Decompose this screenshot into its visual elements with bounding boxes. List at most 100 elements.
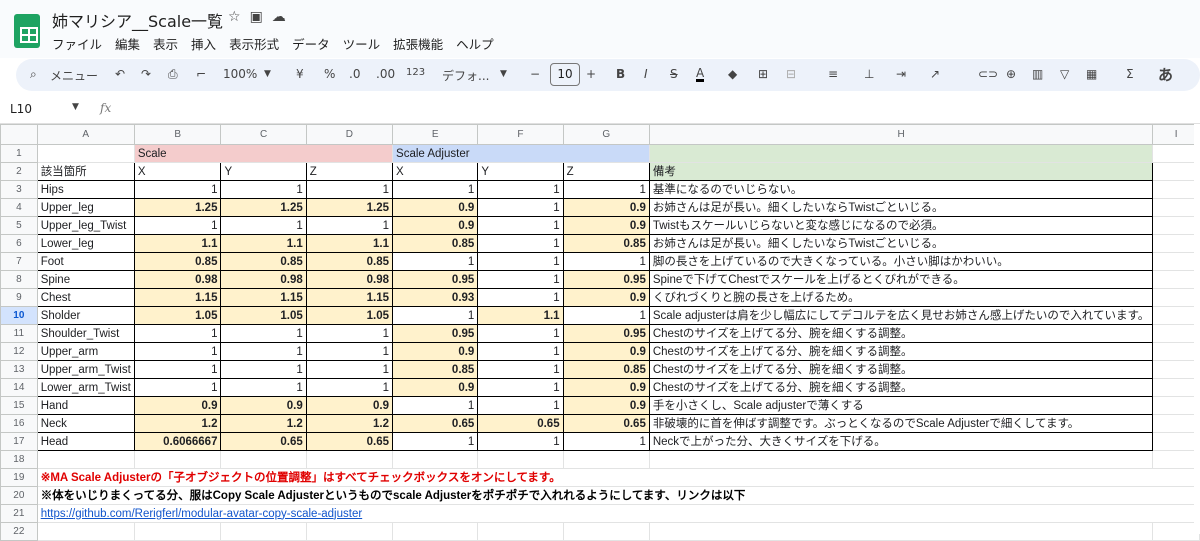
part-cell[interactable]: Spine	[36, 270, 135, 289]
footnote-cell[interactable]: ※MA Scale Adjusterの「子オブジェクトの位置調整」はすべてチェッ…	[36, 468, 1200, 487]
cell[interactable]	[1152, 432, 1200, 451]
menu-edit[interactable]: 編集	[115, 37, 140, 52]
part-cell[interactable]: Upper_leg_Twist	[36, 216, 135, 235]
value-cell[interactable]: 0.9	[392, 378, 479, 397]
value-cell[interactable]: 0.95	[392, 270, 479, 289]
column-header[interactable]: E	[392, 124, 479, 145]
document-title[interactable]: 姉マリシア__Scale一覧	[52, 8, 223, 32]
insert-chart-icon[interactable]: ▥	[1032, 67, 1043, 81]
value-cell[interactable]: 0.9	[220, 396, 307, 415]
scale-x-header[interactable]: X	[133, 162, 222, 181]
cell[interactable]	[1152, 270, 1200, 289]
value-cell[interactable]: 0.98	[305, 270, 394, 289]
value-cell[interactable]: 1	[477, 288, 564, 307]
menu-extensions[interactable]: 拡張機能	[393, 37, 443, 52]
value-cell[interactable]: 1	[477, 234, 564, 253]
menu-view[interactable]: 表示	[153, 37, 178, 52]
column-header[interactable]: C	[220, 124, 307, 145]
value-cell[interactable]: 1	[133, 216, 222, 235]
value-cell[interactable]: 0.98	[220, 270, 307, 289]
value-cell[interactable]: 0.85	[392, 360, 479, 379]
row-header[interactable]: 15	[0, 396, 38, 415]
value-cell[interactable]: 1	[562, 180, 650, 199]
font-chevron-down-icon[interactable]: ▼	[500, 69, 507, 79]
merge-cells-icon[interactable]: ⊟	[786, 67, 796, 81]
cell[interactable]	[133, 522, 222, 541]
part-cell[interactable]: Upper_arm_Twist	[36, 360, 135, 379]
value-cell[interactable]: 1	[477, 324, 564, 343]
note-cell[interactable]: Neckで上がった分、大きくサイズを下げる。	[648, 432, 1154, 451]
note-cell[interactable]: Chestのサイズを上げてる分、腕を細くする調整。	[648, 360, 1154, 379]
star-icon[interactable]: ☆	[228, 9, 250, 25]
value-cell[interactable]: 0.9	[133, 396, 222, 415]
cell[interactable]	[220, 522, 307, 541]
cell[interactable]	[1152, 396, 1200, 415]
row-header[interactable]: 5	[0, 216, 38, 235]
note-cell[interactable]: Scale adjusterは肩を少し幅広にしてデコルテを広く見せお姉さん感上げ…	[648, 306, 1154, 325]
adjuster-x-header[interactable]: X	[392, 162, 479, 181]
note-cell[interactable]: 基準になるのでいじらない。	[648, 180, 1154, 199]
cell[interactable]	[648, 522, 1154, 541]
value-cell[interactable]: 1.15	[305, 288, 394, 307]
note-header[interactable]: 備考	[648, 162, 1154, 181]
value-cell[interactable]: 0.65	[477, 414, 564, 433]
input-tools-button[interactable]: あ	[1158, 64, 1173, 85]
adjuster-y-header[interactable]: Y	[477, 162, 564, 181]
cell[interactable]	[1152, 414, 1200, 433]
insert-comment-icon[interactable]: ⊕	[1006, 67, 1016, 81]
part-cell[interactable]: Hips	[36, 180, 135, 199]
strikethrough-icon[interactable]: S	[670, 67, 678, 81]
percent-format-button[interactable]: %	[324, 67, 335, 81]
italic-icon[interactable]: I	[644, 67, 648, 81]
cell[interactable]	[562, 450, 650, 469]
value-cell[interactable]: 1.05	[220, 306, 307, 325]
insert-link-icon[interactable]: ⊂⊃	[978, 67, 998, 81]
row-header[interactable]: 14	[0, 378, 38, 397]
link-text[interactable]: https://github.com/Rerigferl/modular-ava…	[41, 508, 363, 520]
part-cell[interactable]: Head	[36, 432, 135, 451]
row-header[interactable]: 12	[0, 342, 38, 361]
menu-tools[interactable]: ツール	[343, 37, 381, 52]
value-cell[interactable]: 1	[305, 360, 394, 379]
value-cell[interactable]: 1	[220, 180, 307, 199]
part-cell[interactable]: Chest	[36, 288, 135, 307]
value-cell[interactable]: 1	[562, 306, 650, 325]
footnote-cell[interactable]: ※体をいじりまくってる分、服はCopy Scale Adjusterというもので…	[36, 486, 1200, 505]
value-cell[interactable]: 1	[477, 378, 564, 397]
note-cell[interactable]: Twistもスケールいじらないと変な感じになるので必須。	[648, 216, 1154, 235]
value-cell[interactable]: 0.9	[562, 342, 650, 361]
row-header[interactable]: 13	[0, 360, 38, 379]
scale-z-header[interactable]: Z	[305, 162, 394, 181]
name-box-chevron-down-icon[interactable]: ▼	[72, 102, 79, 112]
value-cell[interactable]: 0.9	[305, 396, 394, 415]
value-cell[interactable]: 0.9	[392, 198, 479, 217]
value-cell[interactable]: 0.85	[133, 252, 222, 271]
column-header[interactable]: F	[477, 124, 564, 145]
value-cell[interactable]: 1	[562, 432, 650, 451]
zoom-select[interactable]: 100%	[223, 67, 257, 81]
value-cell[interactable]: 1.25	[305, 198, 394, 217]
text-wrap-icon[interactable]: ⇥	[896, 67, 906, 81]
note-cell[interactable]: 脚の長さを上げているので大きくなっている。小さい脚はかわいい。	[648, 252, 1154, 271]
cell[interactable]	[1152, 378, 1200, 397]
value-cell[interactable]: 1.25	[220, 198, 307, 217]
github-link[interactable]: https://github.com/Rerigferl/modular-ava…	[36, 504, 1200, 523]
column-header[interactable]: H	[648, 124, 1154, 145]
cell[interactable]	[220, 450, 307, 469]
value-cell[interactable]: 1	[477, 342, 564, 361]
adjuster-z-header[interactable]: Z	[562, 162, 650, 181]
row-header[interactable]: 2	[0, 162, 38, 181]
column-header[interactable]: B	[133, 124, 222, 145]
value-cell[interactable]: 0.9	[562, 288, 650, 307]
text-color-icon[interactable]: A	[696, 67, 705, 82]
value-cell[interactable]: 1	[133, 180, 222, 199]
value-cell[interactable]: 1.1	[305, 234, 394, 253]
menu-search-label[interactable]: メニュー	[50, 67, 98, 84]
part-cell[interactable]: Hand	[36, 396, 135, 415]
column-header[interactable]: A	[36, 124, 135, 145]
increase-decimal-button[interactable]: .00	[376, 67, 395, 81]
value-cell[interactable]: 0.98	[133, 270, 222, 289]
fill-color-icon[interactable]: ◆	[728, 67, 737, 81]
value-cell[interactable]: 1	[392, 252, 479, 271]
number-format-button[interactable]: 123	[406, 67, 425, 78]
